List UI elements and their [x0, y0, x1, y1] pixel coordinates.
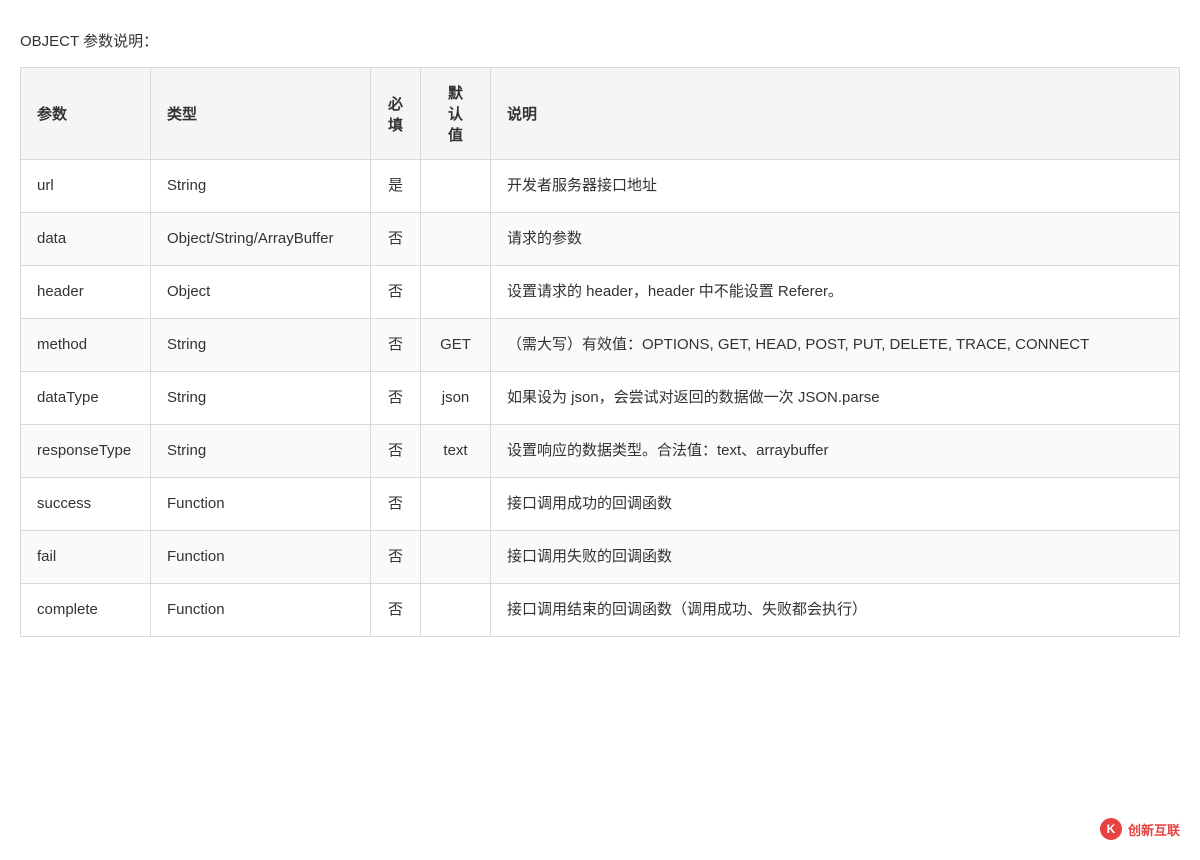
cell-default — [421, 266, 491, 319]
cell-description: 请求的参数 — [491, 213, 1180, 266]
watermark-label: 创新互联 — [1128, 820, 1180, 839]
cell-required: 否 — [371, 531, 421, 584]
cell-default — [421, 160, 491, 213]
table-row: methodString否GET（需大写）有效值：OPTIONS, GET, H… — [21, 319, 1180, 372]
cell-required: 否 — [371, 478, 421, 531]
cell-description: 设置响应的数据类型。合法值：text、arraybuffer — [491, 425, 1180, 478]
cell-description: 如果设为 json，会尝试对返回的数据做一次 JSON.parse — [491, 372, 1180, 425]
params-table: 参数 类型 必 填 默 认 值 说明 urlString是开发者服务器接口地址d… — [20, 67, 1180, 637]
watermark-icon: K — [1100, 818, 1122, 840]
cell-description: 开发者服务器接口地址 — [491, 160, 1180, 213]
cell-default — [421, 213, 491, 266]
cell-param: method — [21, 319, 151, 372]
cell-param: responseType — [21, 425, 151, 478]
cell-required: 否 — [371, 425, 421, 478]
cell-description: 接口调用失败的回调函数 — [491, 531, 1180, 584]
cell-type: String — [151, 319, 371, 372]
th-param: 参数 — [21, 68, 151, 160]
table-row: completeFunction否 接口调用结束的回调函数（调用成功、失败都会执行… — [21, 584, 1180, 637]
table-body: urlString是开发者服务器接口地址dataObject/String/Ar… — [21, 160, 1180, 637]
cell-type: Function — [151, 531, 371, 584]
cell-default: json — [421, 372, 491, 425]
cell-description: 设置请求的 header，header 中不能设置 Referer。 — [491, 266, 1180, 319]
cell-param: header — [21, 266, 151, 319]
cell-param: data — [21, 213, 151, 266]
cell-description: 接口调用成功的回调函数 — [491, 478, 1180, 531]
cell-type: String — [151, 425, 371, 478]
cell-default — [421, 531, 491, 584]
table-row: headerObject否 设置请求的 header，header 中不能设置 R… — [21, 266, 1180, 319]
cell-required: 否 — [371, 584, 421, 637]
cell-default — [421, 478, 491, 531]
table-row: dataObject/String/ArrayBuffer否 请求的参数 — [21, 213, 1180, 266]
th-required: 必 填 — [371, 68, 421, 160]
cell-type: Function — [151, 584, 371, 637]
cell-description: 接口调用结束的回调函数（调用成功、失败都会执行） — [491, 584, 1180, 637]
table-row: failFunction否 接口调用失败的回调函数 — [21, 531, 1180, 584]
cell-param: url — [21, 160, 151, 213]
cell-default: text — [421, 425, 491, 478]
cell-default: GET — [421, 319, 491, 372]
th-default: 默 认 值 — [421, 68, 491, 160]
table-row: dataTypeString否json如果设为 json，会尝试对返回的数据做一… — [21, 372, 1180, 425]
watermark: K 创新互联 — [1100, 818, 1180, 840]
cell-description: （需大写）有效值：OPTIONS, GET, HEAD, POST, PUT, … — [491, 319, 1180, 372]
cell-type: String — [151, 372, 371, 425]
table-row: urlString是 开发者服务器接口地址 — [21, 160, 1180, 213]
cell-required: 是 — [371, 160, 421, 213]
th-type: 类型 — [151, 68, 371, 160]
cell-param: success — [21, 478, 151, 531]
cell-default — [421, 584, 491, 637]
cell-type: Object — [151, 266, 371, 319]
cell-type: Function — [151, 478, 371, 531]
cell-required: 否 — [371, 213, 421, 266]
cell-param: dataType — [21, 372, 151, 425]
table-row: successFunction否 接口调用成功的回调函数 — [21, 478, 1180, 531]
cell-param: fail — [21, 531, 151, 584]
table-header-row: 参数 类型 必 填 默 认 值 说明 — [21, 68, 1180, 160]
page-title: OBJECT 参数说明： — [20, 30, 1180, 51]
cell-required: 否 — [371, 266, 421, 319]
cell-type: String — [151, 160, 371, 213]
cell-type: Object/String/ArrayBuffer — [151, 213, 371, 266]
cell-required: 否 — [371, 372, 421, 425]
cell-param: complete — [21, 584, 151, 637]
th-description: 说明 — [491, 68, 1180, 160]
table-row: responseTypeString否text设置响应的数据类型。合法值：tex… — [21, 425, 1180, 478]
cell-required: 否 — [371, 319, 421, 372]
